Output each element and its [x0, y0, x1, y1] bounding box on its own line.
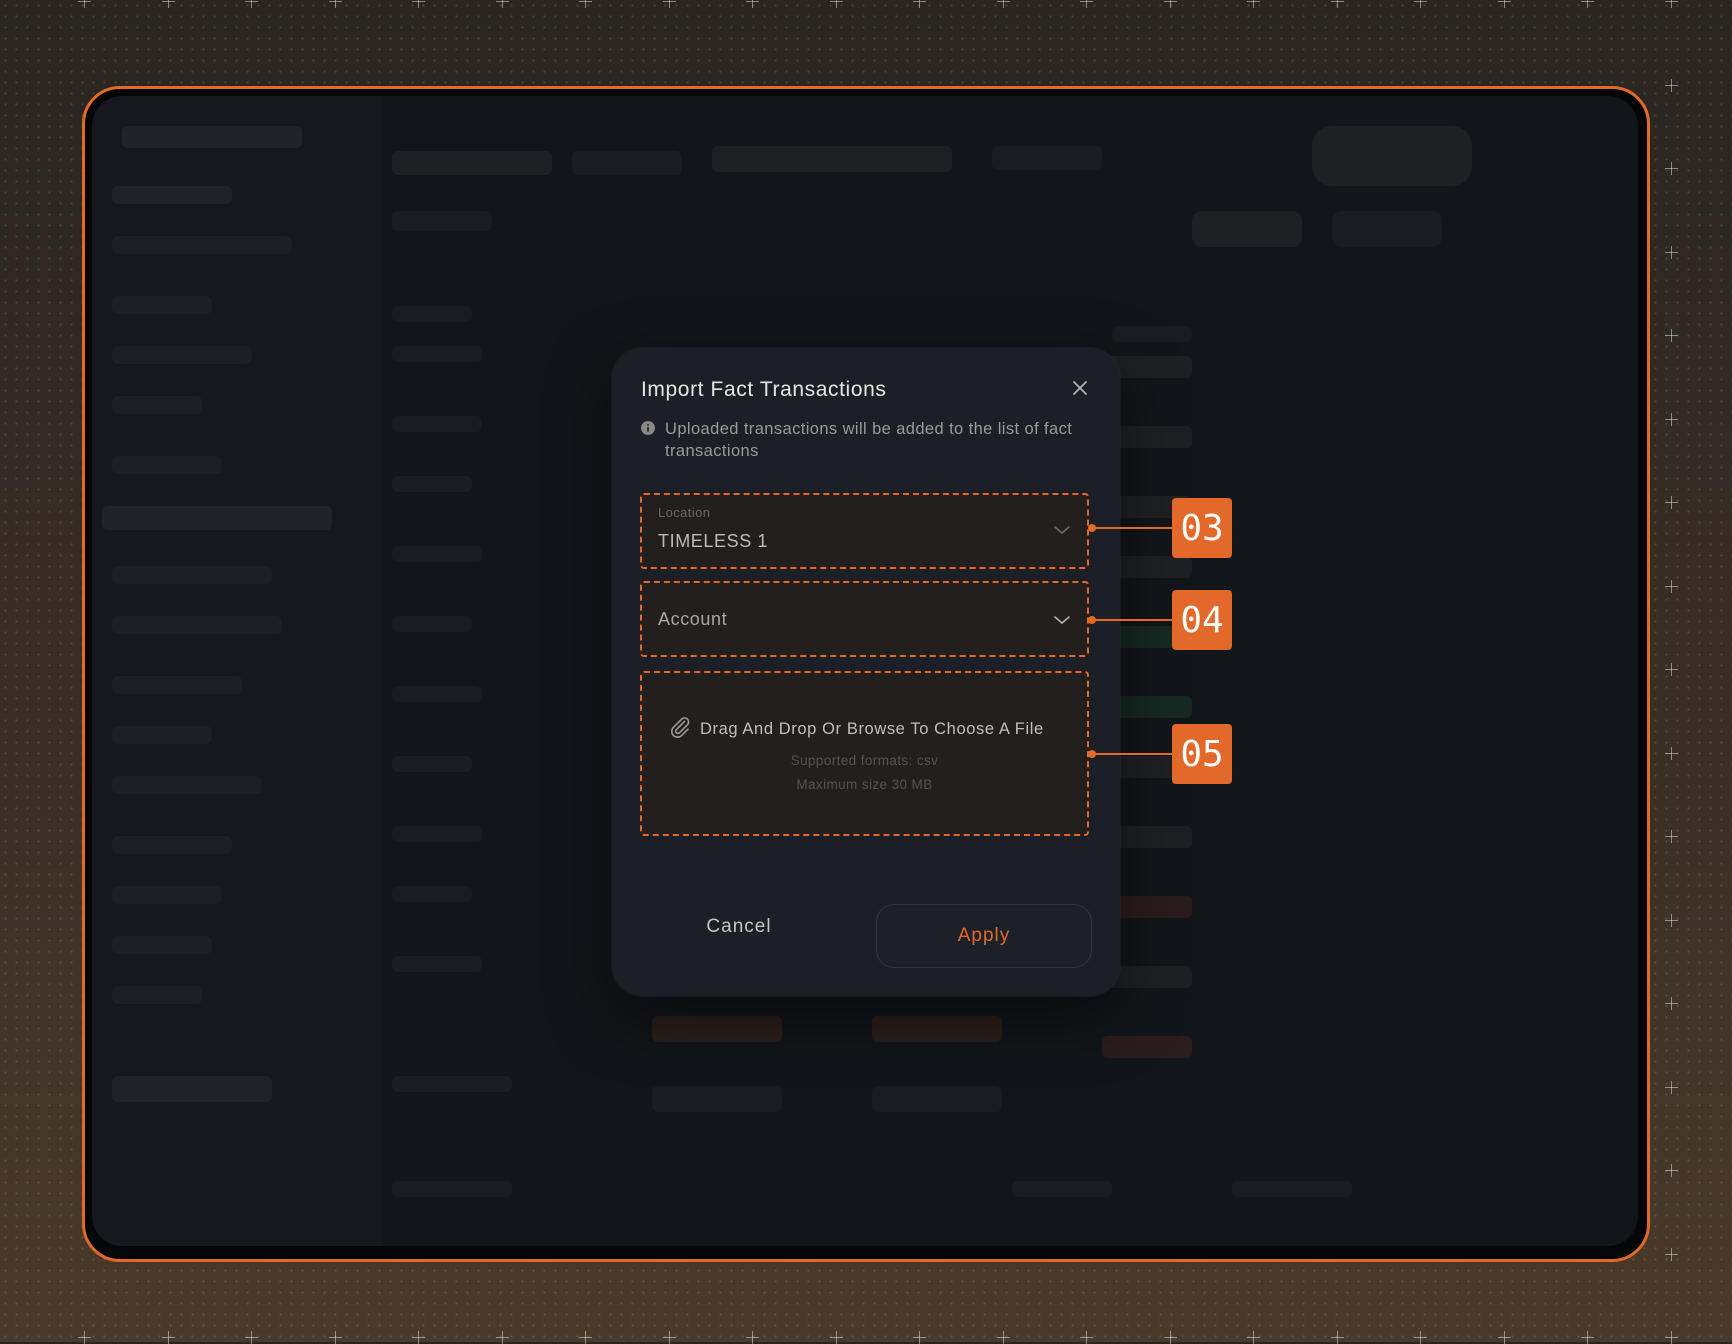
- apply-button[interactable]: Apply: [876, 904, 1092, 968]
- grid-cross: [161, 1331, 175, 1344]
- grid-cross: [78, 1331, 91, 1344]
- blurred-sidebar: [92, 96, 382, 1246]
- grid-cross: [1330, 1331, 1344, 1344]
- grid-cross: [579, 0, 592, 8]
- grid-cross: [78, 0, 91, 8]
- grid-cross: [245, 0, 258, 8]
- grid-cross: [746, 1331, 759, 1344]
- grid-cross: [1497, 1331, 1511, 1344]
- info-icon: [641, 421, 655, 435]
- file-dropzone[interactable]: Drag And Drop Or Browse To Choose A File…: [640, 671, 1089, 836]
- callout-line: [1092, 527, 1172, 529]
- grid-cross: [1664, 1247, 1678, 1261]
- dialog-title: Import Fact Transactions: [641, 378, 887, 401]
- grid-cross: [495, 0, 509, 8]
- grid-cross: [662, 1331, 676, 1344]
- grid-cross: [1664, 412, 1678, 426]
- grid-cross: [913, 0, 926, 8]
- chevron-down-icon: [1053, 523, 1071, 535]
- grid-cross: [412, 0, 425, 8]
- grid-cross: [1497, 0, 1511, 8]
- callout-line: [1092, 753, 1172, 755]
- grid-cross: [161, 0, 175, 8]
- grid-cross: [1664, 663, 1678, 676]
- account-select[interactable]: Account: [640, 581, 1089, 657]
- grid-cross: [1414, 0, 1427, 8]
- grid-cross: [1581, 0, 1594, 8]
- cancel-button[interactable]: Cancel: [674, 904, 804, 950]
- grid-cross: [1664, 1164, 1678, 1177]
- grid-cross: [1080, 1331, 1093, 1344]
- grid-cross: [1664, 1080, 1678, 1094]
- dropzone-max-size: Maximum size 30 MB: [796, 777, 933, 792]
- dropzone-title-row: Drag And Drop Or Browse To Choose A File: [668, 715, 1044, 744]
- close-icon[interactable]: [1068, 376, 1092, 400]
- grid-cross: [328, 0, 342, 8]
- grid-cross: [1664, 0, 1678, 8]
- grid-cross: [913, 1331, 926, 1344]
- paperclip-icon: [668, 715, 692, 744]
- grid-cross: [1163, 1331, 1177, 1344]
- grid-cross: [996, 0, 1010, 8]
- grid-cross: [495, 1331, 509, 1344]
- grid-cross: [1247, 1331, 1260, 1344]
- grid-cross: [1664, 162, 1678, 175]
- location-value: TIMELESS 1: [658, 531, 769, 551]
- grid-cross: [1664, 913, 1678, 927]
- grid-cross: [1664, 997, 1678, 1010]
- callout-badge-04: 04: [1172, 590, 1232, 650]
- location-label: Location: [658, 505, 711, 520]
- grid-cross: [579, 1331, 592, 1344]
- grid-cross: [996, 1331, 1010, 1344]
- grid-cross: [1247, 0, 1260, 8]
- import-dialog: Import Fact Transactions Uploaded transa…: [612, 348, 1120, 996]
- grid-cross: [328, 1331, 342, 1344]
- grid-cross: [1581, 1331, 1594, 1344]
- info-row: Uploaded transactions will be added to t…: [641, 418, 1091, 462]
- dropzone-title: Drag And Drop Or Browse To Choose A File: [700, 720, 1044, 738]
- callout-badge-05: 05: [1172, 724, 1232, 784]
- location-select[interactable]: Location TIMELESS 1: [640, 493, 1089, 569]
- grid-cross: [829, 1331, 843, 1344]
- grid-cross: [1664, 78, 1678, 92]
- grid-cross: [1163, 0, 1177, 8]
- grid-cross: [746, 0, 759, 8]
- grid-cross: [1664, 329, 1678, 342]
- grid-cross: [1330, 0, 1344, 8]
- grid-cross: [412, 1331, 425, 1344]
- grid-cross: [1664, 1331, 1678, 1344]
- grid-cross: [1664, 579, 1678, 593]
- callout-badge-03: 03: [1172, 498, 1232, 558]
- dropzone-formats: Supported formats: csv: [790, 753, 939, 768]
- grid-cross: [245, 1331, 258, 1344]
- grid-cross: [662, 0, 676, 8]
- grid-cross: [1414, 1331, 1427, 1344]
- grid-cross: [1664, 496, 1678, 509]
- grid-cross: [1080, 0, 1093, 8]
- chevron-down-icon: [1053, 613, 1071, 625]
- account-placeholder: Account: [658, 609, 728, 629]
- grid-cross: [829, 0, 843, 8]
- callout-line: [1092, 619, 1172, 621]
- grid-cross: [1664, 746, 1678, 760]
- grid-cross: [1664, 245, 1678, 259]
- grid-cross: [1664, 830, 1678, 843]
- info-text: Uploaded transactions will be added to t…: [665, 420, 1073, 460]
